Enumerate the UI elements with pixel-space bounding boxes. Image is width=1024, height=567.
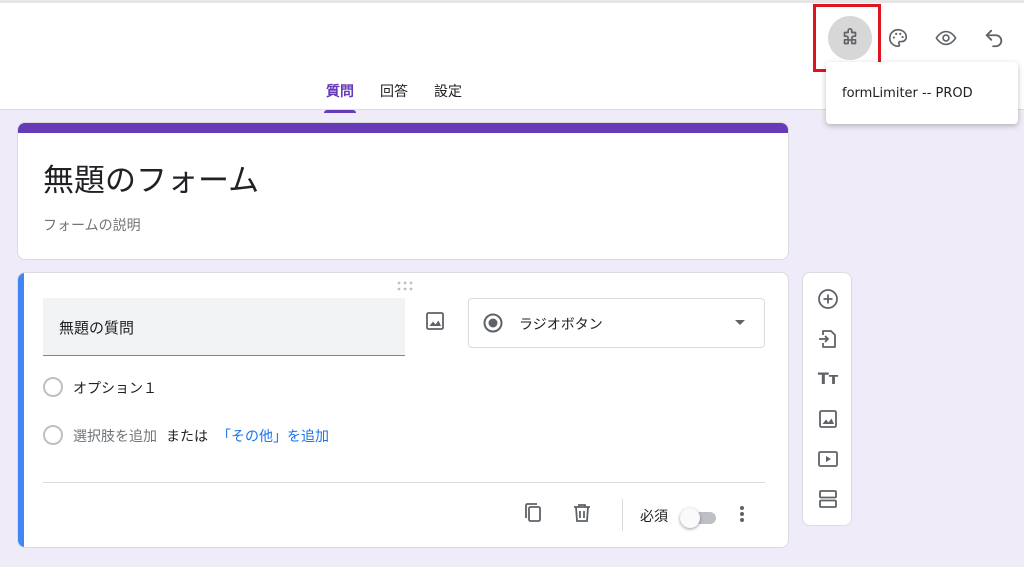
floating-toolbar: Tт (802, 272, 852, 526)
question-type-label: ラジオボタン (519, 317, 603, 333)
eye-icon (935, 30, 957, 46)
duplicate-button[interactable] (521, 501, 545, 525)
add-image-button[interactable] (423, 309, 447, 333)
import-questions-icon (819, 330, 836, 348)
add-other-link[interactable]: 「その他」を追加 (217, 426, 329, 446)
tab-settings[interactable]: 設定 (434, 81, 462, 113)
add-question-icon (818, 289, 838, 309)
form-description[interactable]: フォームの説明 (43, 215, 141, 235)
add-option-radio-icon (43, 425, 63, 445)
add-image-icon (819, 410, 837, 428)
addon-menu: formLimiter -- PROD (826, 62, 1018, 124)
tab-bar: 質問 回答 設定 (324, 81, 488, 113)
more-options-button[interactable] (730, 502, 750, 526)
form-title[interactable]: 無題のフォーム (43, 155, 259, 200)
addon-menu-item[interactable]: formLimiter -- PROD (842, 86, 973, 101)
trash-icon (574, 504, 590, 522)
question-title-input[interactable]: 無題の質問 (43, 298, 405, 356)
radio-button-icon (483, 313, 503, 333)
add-video-icon (818, 451, 838, 467)
tab-questions[interactable]: 質問 (324, 81, 356, 113)
required-label: 必須 (640, 509, 668, 525)
drag-handle-icon[interactable] (396, 281, 414, 291)
copy-icon (525, 503, 541, 522)
question-type-select[interactable]: ラジオボタン (468, 298, 765, 348)
add-option-link[interactable]: 選択肢を追加 (73, 426, 157, 446)
customize-theme-button[interactable] (876, 16, 920, 60)
required-toggle[interactable] (680, 506, 718, 528)
chevron-down-icon (735, 320, 745, 325)
tab-responses[interactable]: 回答 (380, 81, 408, 113)
option-radio-icon (43, 377, 63, 397)
import-questions-button[interactable] (816, 327, 840, 351)
preview-button[interactable] (924, 16, 968, 60)
question-card: 無題の質問 ラジオボタン オプション１ 選択肢を追加 または 「その他」を追加 … (17, 272, 789, 548)
footer-divider (43, 482, 765, 483)
undo-icon (985, 29, 1003, 48)
more-vert-icon (740, 506, 744, 522)
footer-vertical-divider (622, 499, 623, 531)
form-title-card: 無題のフォーム フォームの説明 (17, 122, 789, 260)
image-icon (426, 312, 444, 330)
add-section-button[interactable] (816, 487, 840, 511)
delete-button[interactable] (570, 501, 594, 525)
accent-bar (18, 123, 788, 133)
add-image-tool-button[interactable] (816, 407, 840, 431)
undo-button[interactable] (972, 16, 1016, 60)
add-video-button[interactable] (816, 447, 840, 471)
palette-icon (889, 28, 908, 48)
add-question-button[interactable] (816, 287, 840, 311)
toggle-thumb (680, 508, 700, 528)
add-title-button[interactable]: Tт (816, 367, 840, 391)
add-section-icon (819, 490, 837, 508)
active-indicator-bar (18, 273, 24, 547)
option-label[interactable]: オプション１ (73, 378, 157, 398)
or-text: または (166, 429, 208, 445)
